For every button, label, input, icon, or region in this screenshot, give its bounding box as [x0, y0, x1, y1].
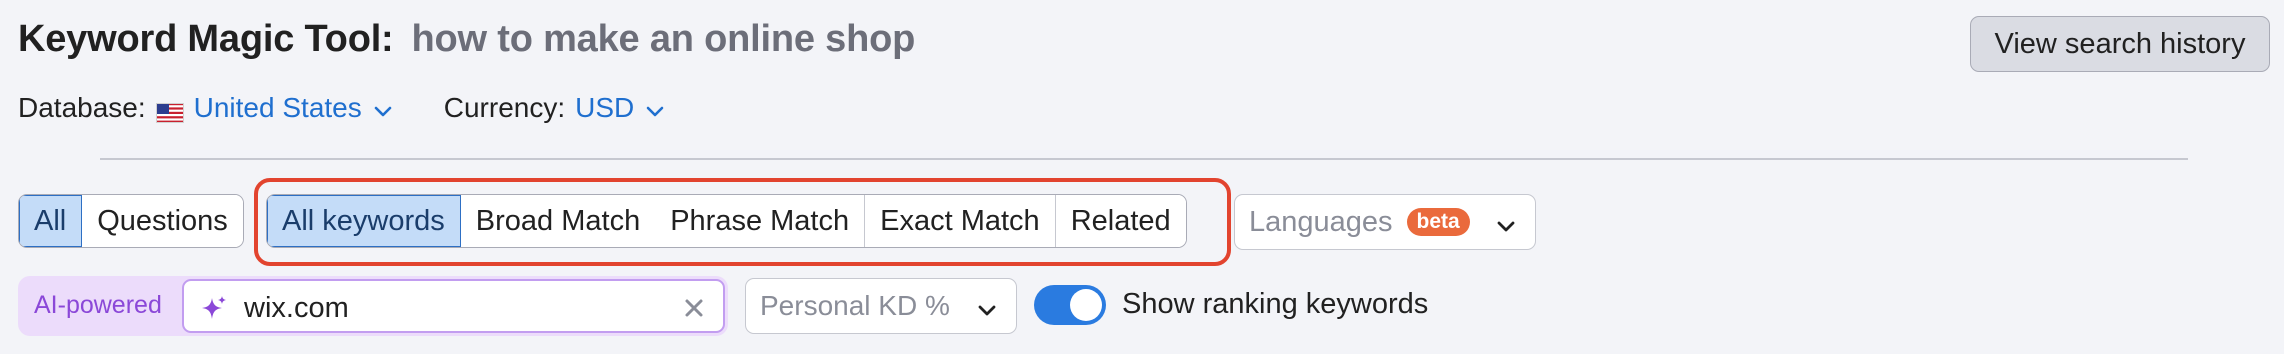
languages-placeholder: Languages [1249, 205, 1393, 238]
beta-badge: beta [1406, 208, 1470, 236]
tab-all[interactable]: All [19, 195, 83, 247]
show-ranking-label: Show ranking keywords [1122, 288, 1429, 320]
page-header: Keyword Magic Tool: how to make an onlin… [18, 18, 915, 61]
sparkle-icon [200, 294, 228, 322]
show-ranking-toggle[interactable] [1034, 285, 1106, 325]
tab-exact-match[interactable]: Exact Match [865, 195, 1056, 247]
database-label: Database: [18, 92, 146, 123]
match-type-tabs: All keywords Broad Match Phrase Match Ex… [266, 194, 1187, 248]
chevron-down-icon [1495, 212, 1517, 234]
tab-all-keywords[interactable]: All keywords [267, 195, 461, 247]
personal-kd-placeholder: Personal KD % [760, 290, 950, 321]
chevron-down-icon [976, 296, 998, 318]
chevron-down-icon[interactable] [372, 97, 394, 119]
meta-row: Database: United States Currency: USD [18, 92, 666, 124]
tab-phrase-match[interactable]: Phrase Match [655, 195, 866, 247]
search-query: how to make an online shop [411, 18, 916, 60]
ai-powered-label: AI-powered [34, 291, 162, 319]
view-search-history-button[interactable]: View search history [1970, 16, 2270, 72]
page-title: Keyword Magic Tool: [18, 18, 394, 60]
toggle-knob [1070, 289, 1102, 321]
currency-select[interactable]: USD [575, 92, 634, 124]
personal-kd-select[interactable]: Personal KD % [745, 278, 1017, 334]
tab-broad-match[interactable]: Broad Match [460, 195, 656, 247]
chevron-down-icon[interactable] [644, 97, 666, 119]
keyword-type-tabs: All Questions [18, 194, 244, 248]
ai-domain-input[interactable]: wix.com [182, 279, 725, 333]
us-flag-icon [155, 98, 184, 123]
ai-domain-value: wix.com [244, 292, 349, 324]
keyword-magic-tool-page: Keyword Magic Tool: how to make an onlin… [0, 0, 2284, 354]
languages-select[interactable]: Languages beta [1234, 194, 1536, 250]
ai-powered-search: AI-powered wix.com [18, 276, 728, 336]
divider [100, 158, 2188, 160]
currency-label: Currency: [443, 92, 566, 123]
database-select[interactable]: United States [194, 92, 362, 124]
tab-questions[interactable]: Questions [82, 195, 243, 247]
close-icon[interactable] [683, 297, 705, 319]
tab-related[interactable]: Related [1055, 195, 1186, 247]
